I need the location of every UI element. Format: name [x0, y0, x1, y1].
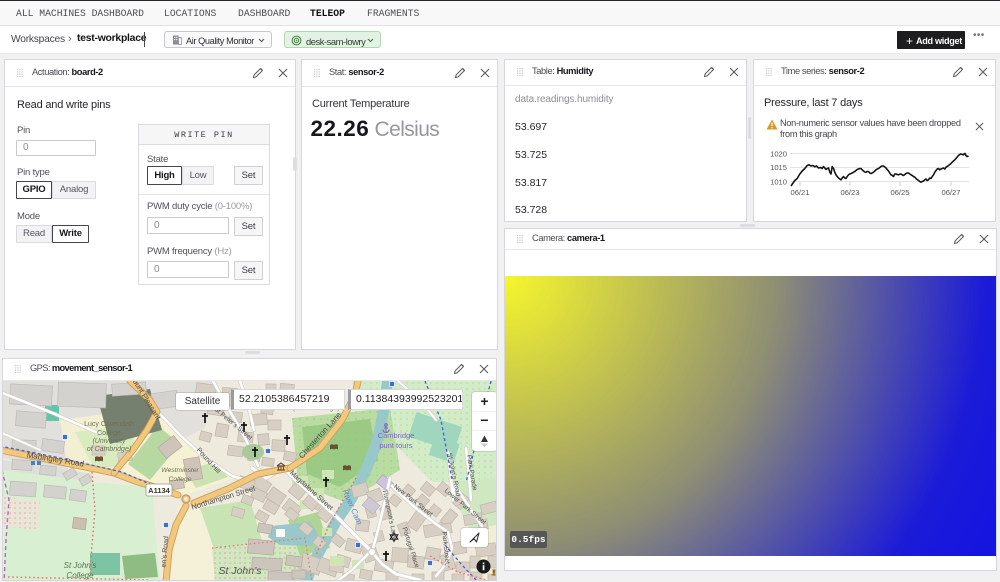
svg-text:College: College: [66, 571, 94, 580]
svg-text:1015: 1015: [770, 163, 787, 172]
svg-text:(University: (University: [92, 438, 126, 445]
svg-text:punt tours: punt tours: [379, 441, 413, 450]
svg-text:1020: 1020: [770, 150, 787, 159]
svg-text:06/25: 06/25: [890, 188, 909, 197]
svg-text:06/23: 06/23: [840, 188, 859, 197]
svg-text:of Cambridge): of Cambridge): [87, 446, 131, 453]
svg-text:College: College: [168, 476, 191, 483]
svg-text:06/21: 06/21: [790, 188, 809, 197]
svg-text:St John’s: St John’s: [219, 565, 263, 577]
svg-text:A1134: A1134: [148, 486, 171, 495]
svg-text:College: College: [97, 430, 121, 437]
svg-text:St John’s: St John’s: [64, 561, 97, 570]
svg-text:Cambridge: Cambridge: [378, 431, 415, 440]
svg-text:Lucy Cavendish: Lucy Cavendish: [84, 421, 134, 428]
svg-text:Westminster: Westminster: [161, 467, 199, 474]
svg-text:06/27: 06/27: [941, 188, 960, 197]
svg-text:1010: 1010: [770, 178, 787, 187]
